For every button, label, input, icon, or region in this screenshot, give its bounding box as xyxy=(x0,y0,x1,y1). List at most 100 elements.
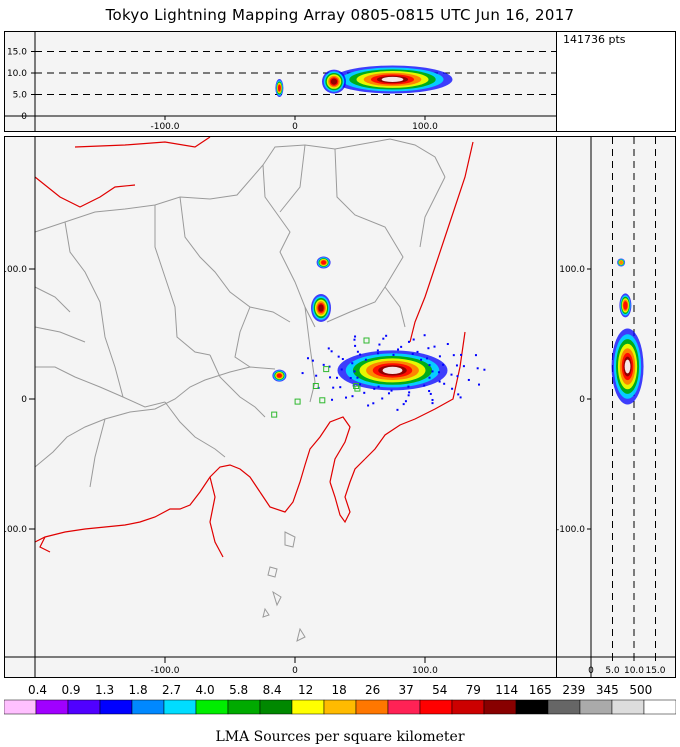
colorbar-swatch xyxy=(67,699,101,715)
storm-cell-0-layer xyxy=(382,366,403,374)
colorbar-legend: 0.4 0.9 1.3 1.8 2.7 4.0 5.8 8.4 12 18 26 37 54 79 114 1… xyxy=(3,682,677,724)
source-point xyxy=(402,403,405,406)
colorbar-label: 1.3 xyxy=(95,683,114,697)
source-point xyxy=(306,357,309,360)
colorbar-label: 0.9 xyxy=(61,683,80,697)
source-point xyxy=(364,358,367,361)
colorbar-label: 345 xyxy=(596,683,619,697)
source-point xyxy=(385,334,388,337)
colorbar-label: 239 xyxy=(562,683,585,697)
source-point xyxy=(459,396,462,399)
source-point xyxy=(420,358,423,361)
source-point xyxy=(354,335,357,338)
altitude-y-panel: 100.0 0 -100.0 0 5.0 10.0 15.0 xyxy=(556,136,676,678)
source-point xyxy=(382,337,385,340)
source-point xyxy=(330,350,333,353)
colorbar-swatch xyxy=(195,699,229,715)
y-tick-label: 0 xyxy=(21,395,27,405)
colorbar-swatch xyxy=(579,699,613,715)
source-point xyxy=(442,363,445,366)
station-marker xyxy=(323,366,330,373)
y-tick-label: 100.0 xyxy=(559,265,585,275)
source-point xyxy=(377,385,380,388)
colorbar-swatch xyxy=(419,699,453,715)
source-point xyxy=(351,362,354,365)
colorbar-swatch xyxy=(227,699,261,715)
chart-title: Tokyo Lightning Mapping Array 0805-0815 … xyxy=(105,6,575,24)
source-point xyxy=(396,408,399,411)
colorbar-label: 0.4 xyxy=(28,683,47,697)
source-point xyxy=(400,345,403,348)
y-tick-label: 0 xyxy=(21,112,27,122)
colorbar-label: 114 xyxy=(495,683,518,697)
source-point xyxy=(407,385,410,388)
source-point xyxy=(367,404,370,407)
source-point xyxy=(423,384,426,387)
source-point xyxy=(407,394,410,397)
colorbar-swatch xyxy=(291,699,325,715)
plan-view-panel: -100.0 0 100.0 100.0 0 -100.0 xyxy=(0,136,557,678)
x-tick-label: 0 xyxy=(292,666,298,676)
colorbar-caption: LMA Sources per square kilometer xyxy=(215,729,465,745)
altitude-y-small-layer xyxy=(619,260,624,265)
source-point xyxy=(376,352,379,355)
colorbar-swatch xyxy=(323,699,357,715)
x-tick-label: 0 xyxy=(588,666,594,676)
x-tick-label: 10.0 xyxy=(624,666,644,676)
x-tick-label: -100.0 xyxy=(150,666,179,676)
colorbar: 0.4 0.9 1.3 1.8 2.7 4.0 5.8 8.4 12 18 26 37 54 79 114 1… xyxy=(3,683,677,715)
source-point xyxy=(315,374,318,377)
source-point xyxy=(412,338,415,341)
x-tick-label: 15.0 xyxy=(645,666,665,676)
station-marker xyxy=(363,337,370,344)
source-point xyxy=(431,398,434,401)
source-point xyxy=(301,372,304,375)
source-point xyxy=(327,347,330,350)
source-point xyxy=(392,353,395,356)
colorbar-label: 54 xyxy=(432,683,447,697)
y-tick-label: 0 xyxy=(579,395,585,405)
source-point xyxy=(426,357,429,360)
y-tick-label: 5.0 xyxy=(13,91,28,101)
source-point xyxy=(427,347,430,350)
source-point xyxy=(467,378,470,381)
colorbar-swatch xyxy=(259,699,293,715)
altitude-x-plot: 15.0 10.0 5.0 0 -100.0 0 100.0 xyxy=(5,32,556,132)
colorbar-swatch xyxy=(355,699,389,715)
colorbar-label: 4.0 xyxy=(196,683,215,697)
source-point xyxy=(437,371,440,374)
colorbar-label: 500 xyxy=(629,683,652,697)
source-point xyxy=(356,376,359,379)
storm-cell-3-layer xyxy=(276,373,282,378)
source-point xyxy=(431,370,434,373)
colorbar-swatch xyxy=(611,699,645,715)
source-point xyxy=(378,343,381,346)
altitude-x-small-layer xyxy=(277,84,281,92)
colorbar-label: 26 xyxy=(365,683,380,697)
station-marker xyxy=(294,398,301,405)
islands xyxy=(262,531,306,642)
source-point xyxy=(390,389,393,392)
altitude-y-plot: 100.0 0 -100.0 0 5.0 10.0 15.0 xyxy=(556,137,675,677)
source-point xyxy=(478,383,481,386)
x-tick-label: 0 xyxy=(292,122,298,131)
colorbar-swatch xyxy=(483,699,517,715)
source-point xyxy=(455,364,458,367)
source-point xyxy=(329,376,332,379)
colorbar-label: 37 xyxy=(399,683,414,697)
altitude-y-main-layer xyxy=(624,359,631,374)
colorbar-label: 165 xyxy=(529,683,552,697)
x-tick-label: -100.0 xyxy=(150,122,179,131)
source-point xyxy=(408,391,411,394)
y-tick-label: 10.0 xyxy=(7,69,27,79)
source-point xyxy=(428,390,431,393)
source-point xyxy=(339,386,342,389)
points-count-panel xyxy=(556,31,676,132)
station-marker xyxy=(319,397,326,404)
colorbar-swatch xyxy=(163,699,197,715)
source-point xyxy=(353,338,356,341)
source-point xyxy=(351,395,354,398)
source-point xyxy=(457,393,460,396)
plan-view-map: -100.0 0 100.0 100.0 0 -100.0 xyxy=(0,136,556,677)
colorbar-label: 8.4 xyxy=(263,683,282,697)
